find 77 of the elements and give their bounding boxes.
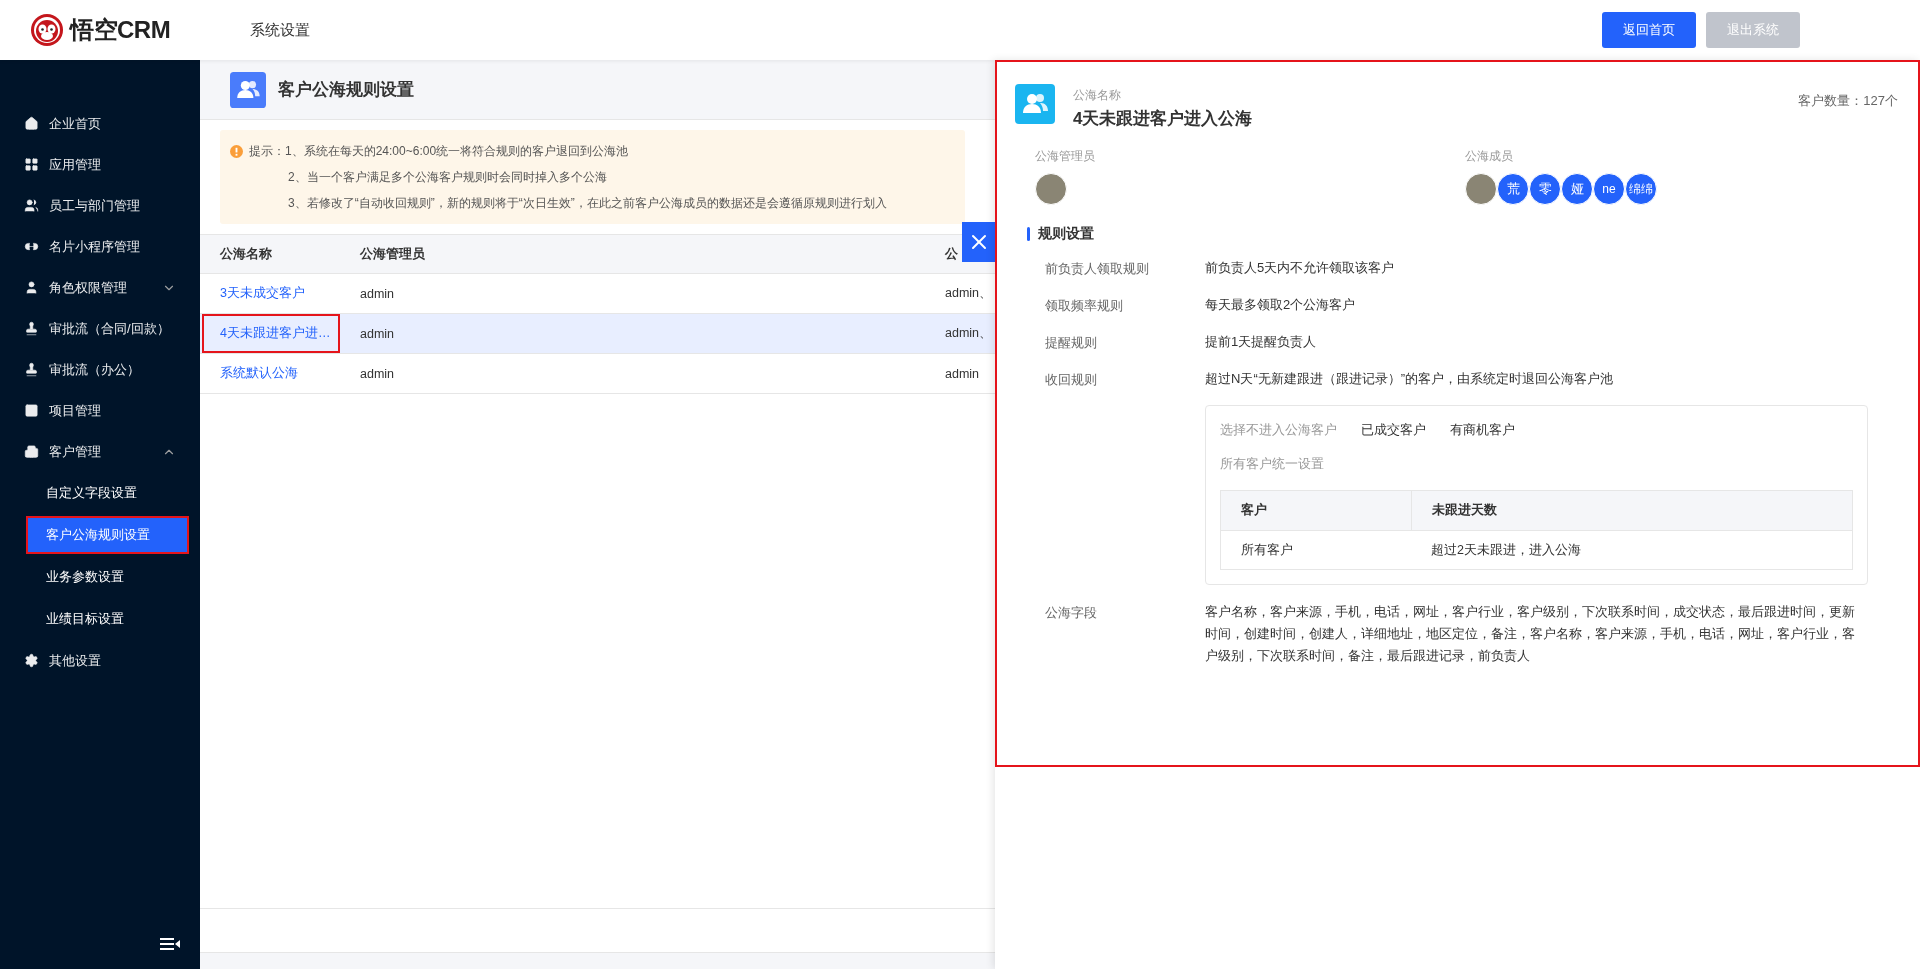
option-text: 有商机客户 — [1450, 421, 1515, 439]
sidebar-subitem[interactable]: 业绩目标设置 — [28, 602, 187, 636]
column-header: 公 — [944, 245, 958, 263]
sidebar-item[interactable]: 客户管理 — [0, 431, 200, 472]
rule-label: 领取频率规则 — [1045, 297, 1124, 315]
grid-icon — [24, 157, 39, 172]
tip-text: 3、若修改了“自动收回规则”，新的规则将于“次日生效”，在此之前客户公海成员的数据还是会遵循原规则进行划入 — [288, 194, 887, 212]
sidebar-item[interactable]: 名片小程序管理 — [0, 226, 200, 267]
rule-value: 每天最多领取2个公海客户 — [1205, 296, 1357, 314]
settings-icon — [24, 653, 39, 668]
user-icon — [24, 280, 39, 295]
users-icon — [24, 198, 39, 213]
sidebar-item[interactable]: 角色权限管理 — [0, 267, 200, 308]
rule-label: 提醒规则 — [1045, 334, 1098, 352]
table-cell-text: admin、 — [944, 285, 994, 302]
option-text: 已成交客户 — [1361, 421, 1426, 439]
avatar: 零 — [1529, 173, 1561, 205]
table-cell-text: 所有客户 — [1240, 541, 1294, 559]
column-header: 客户 — [1240, 501, 1268, 519]
rule-label: 前负责人领取规则 — [1045, 260, 1150, 278]
monkey-logo-icon — [30, 13, 64, 47]
avatar-placeholder — [1465, 173, 1497, 205]
sidebar-subitem[interactable]: 业务参数设置 — [28, 560, 187, 594]
sidebar-subitem[interactable]: 自定义字段设置 — [28, 476, 187, 510]
sidebar-item[interactable]: 审批流（合同/回款） — [0, 308, 200, 349]
close-button[interactable] — [962, 222, 995, 262]
logo-text: 悟空CRM — [70, 15, 171, 45]
sidebar-subitem[interactable]: 客户公海规则设置 — [28, 518, 187, 552]
alert-icon — [230, 144, 243, 158]
avatar: ne — [1593, 173, 1625, 205]
pool-name-link[interactable]: 系统默认公海 — [200, 354, 340, 393]
users-icon — [230, 71, 266, 108]
table-cell-text: admin — [359, 365, 396, 383]
home-icon — [24, 116, 39, 131]
tip-text: 2、当一个客户满足多个公海客户规则时会同时掉入多个公海 — [288, 168, 607, 186]
pool-name: 4天未跟进客户进入公海 — [1073, 108, 1253, 130]
table-cell-text: admin — [359, 325, 396, 343]
tip-text: 提示：1、系统在每天的24:00~6:00统一将符合规则的客户退回到公海池 — [249, 142, 629, 160]
table-row[interactable]: 4天未跟进客户进… admin admin、 — [200, 314, 995, 354]
home-button[interactable]: 返回首页 — [1602, 12, 1696, 48]
option-label: 选择不进入公海客户 — [1220, 421, 1337, 439]
stamp-icon — [24, 362, 39, 377]
column-header: 公海名称 — [219, 245, 272, 263]
avatar: 绵绵 — [1625, 173, 1657, 205]
avatar-placeholder — [1035, 173, 1067, 205]
section-title: 规则设置 — [1038, 225, 1094, 243]
rule-value: 超过N天“无新建跟进（跟进记录）”的客户，由系统定时退回公海客户池 — [1205, 370, 1615, 388]
avatar: 荒 — [1497, 173, 1529, 205]
sidebar-item[interactable]: 员工与部门管理 — [0, 185, 200, 226]
rule-label: 收回规则 — [1045, 371, 1098, 389]
sidebar-item[interactable]: 其他设置 — [0, 640, 200, 681]
field-label: 公海管理员 — [1035, 148, 1096, 165]
sidebar-item[interactable]: 企业首页 — [0, 103, 200, 144]
table-cell-text: admin — [944, 365, 981, 383]
users-icon — [1015, 84, 1055, 124]
header-title: 系统设置 — [250, 20, 310, 40]
sidebar-item[interactable]: 项目管理 — [0, 390, 200, 431]
rule-value: 前负责人5天内不允许领取该客户 — [1205, 259, 1396, 277]
pool-name-link[interactable]: 3天未成交客户 — [200, 274, 340, 313]
customer-count: 客户数量：127个 — [1798, 92, 1898, 110]
building-icon — [24, 444, 39, 459]
table-cell-text: admin — [359, 285, 396, 303]
rule-value: 客户名称，客户来源，手机，电话，网址，客户行业，客户级别，下次联系时间，成交状态，最后跟进时间，更新时间，创建时间，创建人，详细地址，地区定位，备注，客户名称，客户来源，手机，电话，网址，客户行业，客户级别，下次联系时间，备注，最后跟进记录，前负责人 — [1205, 603, 1856, 665]
field-label: 公海成员 — [1465, 148, 1514, 165]
table-cell-text: admin、 — [944, 325, 994, 342]
rule-value: 提前1天提醒负责人 — [1205, 333, 1318, 351]
column-header: 公海管理员 — [359, 245, 425, 263]
table-cell-text: 超过2天未跟进，进入公海 — [1430, 541, 1582, 559]
rule-label: 公海字段 — [1045, 604, 1098, 622]
collapse-menu-icon[interactable] — [160, 937, 180, 951]
page-title: 客户公海规则设置 — [278, 79, 414, 101]
stamp-icon — [24, 321, 39, 336]
field-label: 公海名称 — [1073, 87, 1122, 104]
sidebar-item[interactable]: 审批流（办公） — [0, 349, 200, 390]
sidebar-item[interactable]: 应用管理 — [0, 144, 200, 185]
avatar: 娅 — [1561, 173, 1593, 205]
pool-name-link[interactable]: 4天未跟进客户进… — [202, 314, 340, 353]
